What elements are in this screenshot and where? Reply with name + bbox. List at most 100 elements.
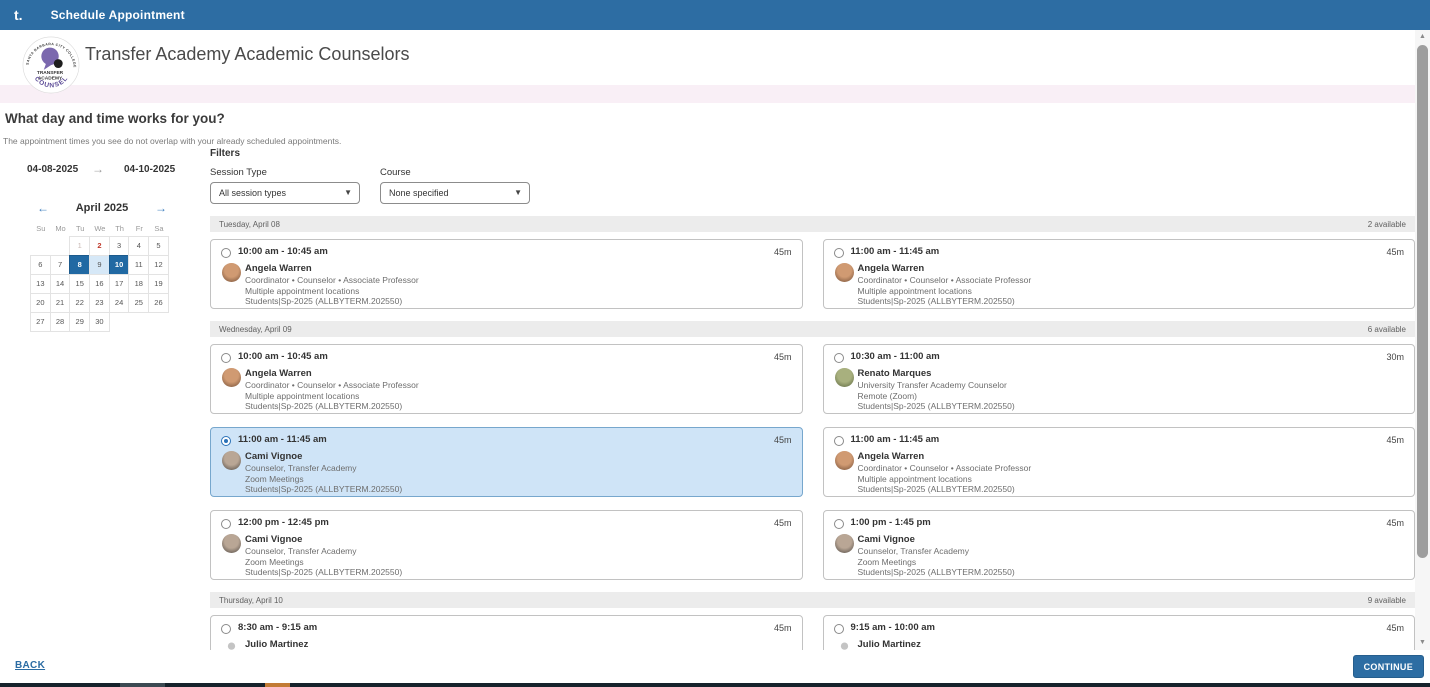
calendar-day[interactable]: 16 xyxy=(89,274,110,294)
calendar-day[interactable]: 23 xyxy=(89,293,110,313)
avatar xyxy=(222,368,241,387)
appointment-slot-card[interactable]: 11:00 am - 11:45 am45mCami VignoeCounsel… xyxy=(210,427,803,497)
range-end-date[interactable]: 04-10-2025 xyxy=(124,164,175,175)
calendar-day[interactable]: 30 xyxy=(89,312,110,332)
slot-detail-line: Multiple appointment locations xyxy=(245,286,359,296)
counselor-name: Angela Warren xyxy=(245,368,312,379)
calendar-day[interactable]: 5 xyxy=(148,236,169,256)
day-header: Tuesday, April 082 available xyxy=(210,216,1415,232)
page-scrollbar[interactable]: ▲ ▼ xyxy=(1415,30,1430,650)
slot-duration: 45m xyxy=(1386,518,1404,528)
calendar-day[interactable]: 4 xyxy=(128,236,149,256)
scroll-up-icon[interactable]: ▲ xyxy=(1415,30,1430,44)
calendar-day[interactable]: 11 xyxy=(128,255,149,275)
counselor-name: Angela Warren xyxy=(245,263,312,274)
day-header: Wednesday, April 096 available xyxy=(210,321,1415,337)
day-sections: Tuesday, April 082 available 10:00 am - 1… xyxy=(210,216,1415,650)
slot-card-grid: 10:00 am - 10:45 am45mAngela WarrenCoord… xyxy=(210,344,1415,580)
scroll-down-icon[interactable]: ▼ xyxy=(1415,636,1430,650)
slot-detail-line: Students|Sp-2025 (ALLBYTERM.202550) xyxy=(245,401,402,411)
course-select[interactable]: None specified ▼ xyxy=(380,182,530,204)
calendar-day[interactable]: 1 xyxy=(69,236,90,256)
slot-radio[interactable] xyxy=(834,248,844,258)
counselor-name: Julio Martinez xyxy=(245,639,308,650)
session-type-filter: Session Type All session types ▼ xyxy=(210,167,360,204)
slot-detail-line: University Transfer Academy Counselor xyxy=(858,380,1007,390)
calendar-day[interactable]: 13 xyxy=(30,274,51,294)
calendar-day[interactable]: 2 xyxy=(89,236,110,256)
slot-time: 11:00 am - 11:45 am xyxy=(851,434,940,445)
calendar-day[interactable]: 18 xyxy=(128,274,149,294)
slot-radio[interactable] xyxy=(221,624,231,634)
calendar-day[interactable]: 28 xyxy=(50,312,71,332)
slot-radio[interactable] xyxy=(221,519,231,529)
session-type-label: Session Type xyxy=(210,167,360,178)
slot-duration: 45m xyxy=(774,518,792,528)
calendar-day[interactable]: 20 xyxy=(30,293,51,313)
calendar-day[interactable]: 19 xyxy=(148,274,169,294)
day-header: Thursday, April 109 available xyxy=(210,592,1415,608)
appointment-slot-card[interactable]: 1:00 pm - 1:45 pm45mCami VignoeCounselor… xyxy=(823,510,1416,580)
appointment-slot-card[interactable]: 11:00 am - 11:45 am45mAngela WarrenCoord… xyxy=(823,239,1416,309)
calendar-next-icon[interactable]: → xyxy=(155,200,167,216)
slot-radio[interactable] xyxy=(221,248,231,258)
appointment-slot-card[interactable]: 12:00 pm - 12:45 pm45mCami VignoeCounsel… xyxy=(210,510,803,580)
calendar-day[interactable]: 26 xyxy=(148,293,169,313)
avatar xyxy=(835,451,854,470)
slot-detail-line: Multiple appointment locations xyxy=(858,286,972,296)
slot-radio[interactable] xyxy=(834,519,844,529)
slot-time: 10:30 am - 11:00 am xyxy=(851,351,940,362)
intro-heading: What day and time works for you? xyxy=(5,111,225,126)
calendar-weekday-row: SuMoTuWeThFrSa xyxy=(31,222,173,236)
calendar-day[interactable]: 10 xyxy=(109,255,130,275)
slot-card-grid: 8:30 am - 9:15 am45mJulio MartinezUniver… xyxy=(210,615,1415,650)
appointment-slot-card[interactable]: 10:00 am - 10:45 am45mAngela WarrenCoord… xyxy=(210,239,803,309)
appointment-slot-card[interactable]: 10:30 am - 11:00 am30mRenato MarquesUniv… xyxy=(823,344,1416,414)
calendar-day[interactable]: 17 xyxy=(109,274,130,294)
slot-radio[interactable] xyxy=(834,436,844,446)
continue-button[interactable]: CONTINUE xyxy=(1353,655,1424,678)
calendar-day[interactable]: 15 xyxy=(69,274,90,294)
calendar-day[interactable]: 7 xyxy=(50,255,71,275)
calendar-day[interactable]: 3 xyxy=(109,236,130,256)
appointment-slot-card[interactable]: 9:15 am - 10:00 am45mJulio MartinezUnive… xyxy=(823,615,1416,650)
calendar-day[interactable]: 9 xyxy=(89,255,110,275)
calendar-day[interactable]: 8 xyxy=(69,255,90,275)
slot-duration: 45m xyxy=(1386,435,1404,445)
slot-radio[interactable] xyxy=(834,624,844,634)
counselor-name: Angela Warren xyxy=(858,263,925,274)
range-start-date[interactable]: 04-08-2025 xyxy=(27,164,78,175)
appointment-slot-card[interactable]: 11:00 am - 11:45 am45mAngela WarrenCoord… xyxy=(823,427,1416,497)
avatar xyxy=(222,263,241,282)
appointment-slot-card[interactable]: 10:00 am - 10:45 am45mAngela WarrenCoord… xyxy=(210,344,803,414)
slot-radio[interactable] xyxy=(221,353,231,363)
calendar-weekday: We xyxy=(90,222,110,236)
calendar-day[interactable]: 21 xyxy=(50,293,71,313)
counselor-name: Julio Martinez xyxy=(858,639,921,650)
slot-time: 1:00 pm - 1:45 pm xyxy=(851,517,931,528)
calendar-day[interactable]: 22 xyxy=(69,293,90,313)
calendar-day[interactable]: 12 xyxy=(148,255,169,275)
scrollbar-thumb[interactable] xyxy=(1417,45,1428,558)
calendar-day[interactable]: 27 xyxy=(30,312,51,332)
calendar-day[interactable]: 6 xyxy=(30,255,51,275)
calendar-weekday: Sa xyxy=(149,222,169,236)
slot-radio[interactable] xyxy=(221,436,231,446)
slot-detail-line: Multiple appointment locations xyxy=(858,474,972,484)
svg-text:TRANSFER: TRANSFER xyxy=(37,70,64,76)
slot-detail-line: Coordinator • Counselor • Associate Prof… xyxy=(858,275,1032,285)
back-link[interactable]: BACK xyxy=(15,660,45,671)
calendar-day[interactable]: 29 xyxy=(69,312,90,332)
slot-radio[interactable] xyxy=(834,353,844,363)
calendar-day[interactable]: 25 xyxy=(128,293,149,313)
calendar-empty-cell xyxy=(30,236,51,256)
calendar-day[interactable]: 14 xyxy=(50,274,71,294)
session-type-value: All session types xyxy=(219,188,286,198)
calendar-prev-icon[interactable]: ← xyxy=(37,200,49,216)
appointment-slot-card[interactable]: 8:30 am - 9:15 am45mJulio MartinezUniver… xyxy=(210,615,803,650)
avatar xyxy=(222,534,241,553)
session-type-select[interactable]: All session types ▼ xyxy=(210,182,360,204)
org-logo: SANTA BARBARA CITY COLLEGE TRANSFER ACAD… xyxy=(22,36,80,94)
day-label: Tuesday, April 08 xyxy=(219,220,280,229)
calendar-day[interactable]: 24 xyxy=(109,293,130,313)
